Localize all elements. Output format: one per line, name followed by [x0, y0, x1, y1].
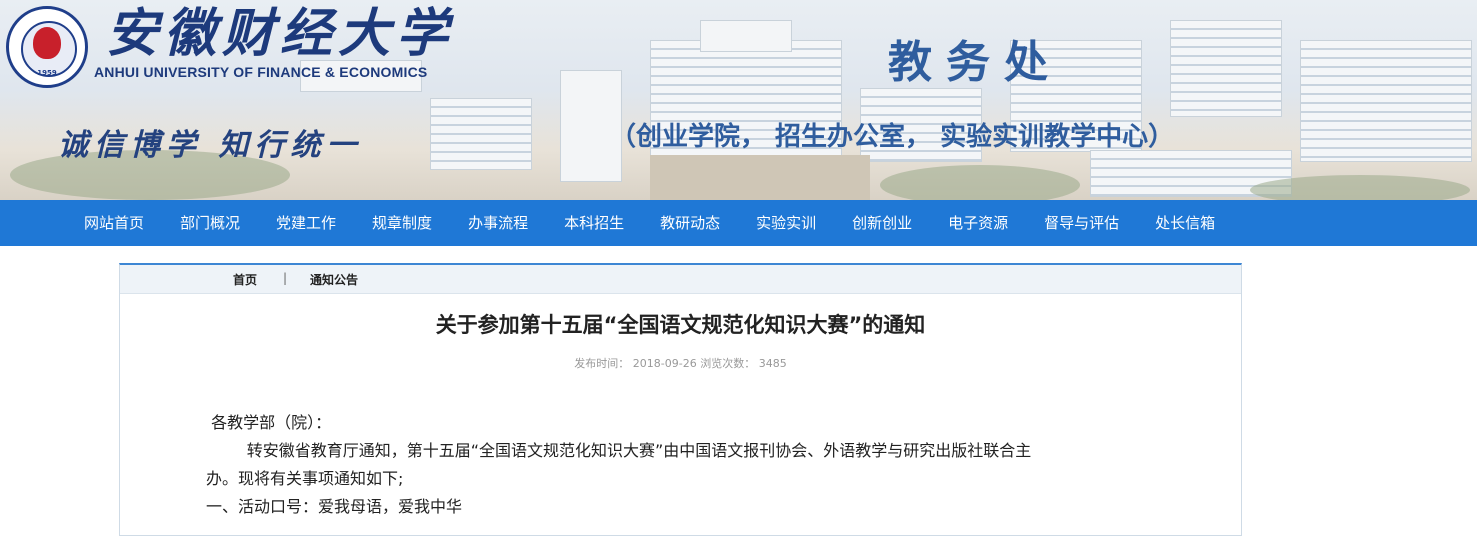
university-motto: 诚信博学 知行统一	[58, 128, 363, 163]
nav-item-innovation[interactable]: 创新创业	[834, 200, 930, 246]
department-subtitle: （创业学院， 招生办公室， 实验实训教学中心）	[610, 122, 1175, 152]
nav-item-director-mailbox[interactable]: 处长信箱	[1137, 200, 1233, 246]
article-meta: 发布时间： 2018-09-26 浏览次数： 3485	[574, 357, 787, 370]
article-paragraph: 转安徽省教育厅通知，第十五届“全国语文规范化知识大赛”由中国语文报刊协会、外语教…	[206, 441, 1032, 460]
header-banner: 1959 安徽财经大学 ANHUI UNIVERSITY OF FINANCE …	[0, 0, 1477, 200]
article-panel: 首页 | 通知公告 关于参加第十五届“全国语文规范化知识大赛”的通知 发布时间：…	[119, 263, 1242, 536]
breadcrumb-notices-link[interactable]: 通知公告	[310, 271, 358, 288]
article-body: 各教学部（院）： 转安徽省教育厅通知，第十五届“全国语文规范化知识大赛”由中国语…	[206, 409, 1146, 521]
nav-item-regulations[interactable]: 规章制度	[354, 200, 450, 246]
breadcrumb: 首页 | 通知公告	[120, 265, 1241, 294]
article-paragraph: 一、活动口号：爱我母语，爱我中华	[206, 497, 463, 516]
nav-item-party-building[interactable]: 党建工作	[258, 200, 354, 246]
nav-item-procedures[interactable]: 办事流程	[450, 200, 546, 246]
nav-item-admissions[interactable]: 本科招生	[546, 200, 642, 246]
article-title: 关于参加第十五届“全国语文规范化知识大赛”的通知	[435, 313, 926, 337]
university-name-en: ANHUI UNIVERSITY OF FINANCE & ECONOMICS	[94, 64, 428, 80]
nav-item-lab-training[interactable]: 实验实训	[738, 200, 834, 246]
article-paragraph: 办。现将有关事项通知如下;	[206, 469, 404, 488]
university-seal-logo[interactable]: 1959	[6, 6, 88, 88]
department-title: 教务处	[888, 37, 1062, 88]
nav-item-home[interactable]: 网站首页	[66, 200, 162, 246]
nav-item-research-news[interactable]: 教研动态	[642, 200, 738, 246]
nav-item-overview[interactable]: 部门概况	[162, 200, 258, 246]
main-nav-bar: 网站首页 部门概况 党建工作 规章制度 办事流程 本科招生 教研动态 实验实训 …	[0, 200, 1477, 246]
nav-item-supervision[interactable]: 督导与评估	[1026, 200, 1137, 246]
nav-item-e-resources[interactable]: 电子资源	[930, 200, 1026, 246]
article-paragraph: 各教学部（院）：	[206, 413, 332, 432]
main-nav: 网站首页 部门概况 党建工作 规章制度 办事流程 本科招生 教研动态 实验实训 …	[66, 200, 1233, 246]
university-name-cn[interactable]: 安徽财经大学	[106, 4, 454, 64]
breadcrumb-separator: |	[283, 271, 288, 285]
breadcrumb-home-link[interactable]: 首页	[233, 271, 257, 288]
